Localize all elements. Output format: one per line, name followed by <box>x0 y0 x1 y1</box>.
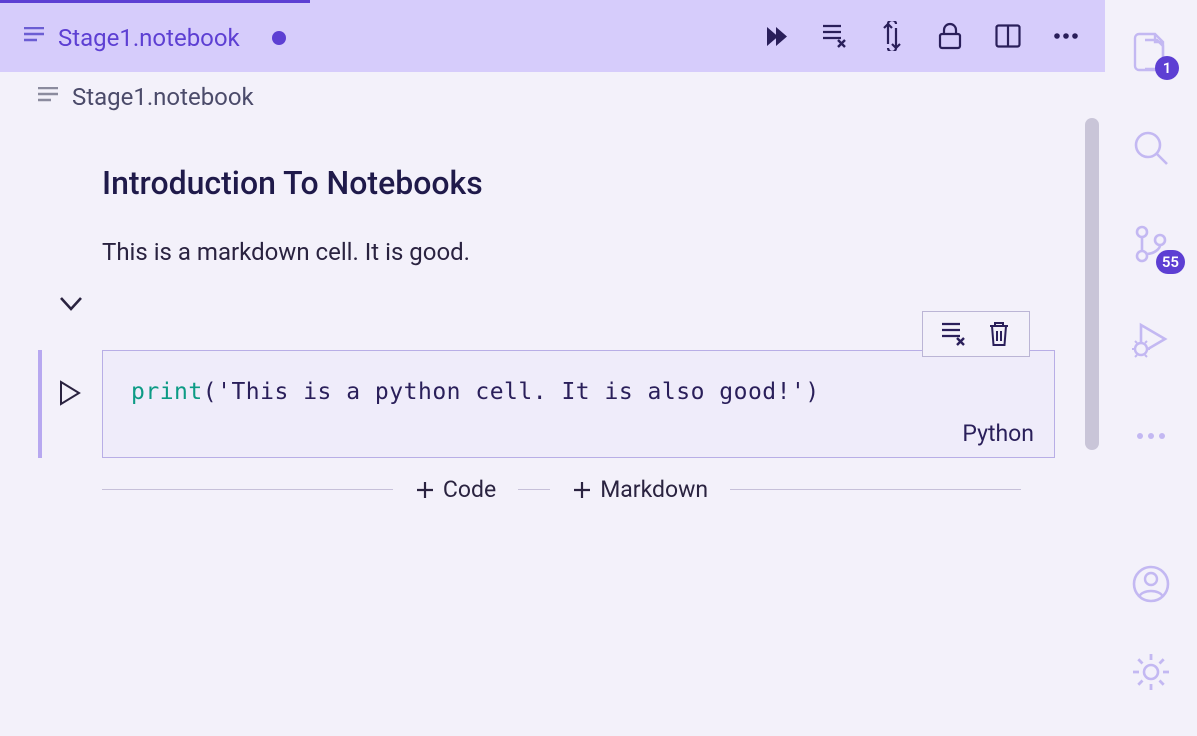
markdown-heading: Introduction To Notebooks <box>102 164 1085 202</box>
breadcrumb[interactable]: Stage1.notebook <box>0 72 1105 122</box>
code-editor[interactable]: print('This is a python cell. It is also… <box>103 351 1054 457</box>
add-markdown-cell-button[interactable]: Markdown <box>572 476 708 503</box>
plus-icon <box>415 480 435 500</box>
add-cell-row: Code Markdown <box>38 476 1085 503</box>
gear-icon <box>1131 652 1171 692</box>
activity-bar: 1 55 <box>1105 0 1197 736</box>
markdown-cell[interactable]: Introduction To Notebooks This is a mark… <box>38 122 1085 302</box>
ellipsis-icon <box>1136 432 1166 440</box>
cell-toolbar <box>922 311 1030 357</box>
add-code-cell-button[interactable]: Code <box>415 476 496 503</box>
divider <box>730 489 1021 491</box>
code-token-string: 'This is a python cell. It is also good!… <box>217 379 805 405</box>
cell-focus-bar <box>38 350 42 458</box>
code-token-paren: ( <box>203 379 217 405</box>
lines-icon <box>38 83 58 111</box>
code-cell-row: print('This is a python cell. It is also… <box>38 350 1085 458</box>
run-debug-button[interactable] <box>1127 316 1175 364</box>
search-icon <box>1132 129 1170 167</box>
breadcrumb-text: Stage1.notebook <box>72 83 254 111</box>
tab-strip: Stage1.notebook <box>0 0 1105 72</box>
explorer-badge: 1 <box>1155 56 1179 80</box>
account-icon <box>1132 565 1170 603</box>
collapse-section-button[interactable] <box>58 294 84 318</box>
cell-language-label[interactable]: Python <box>962 420 1034 447</box>
add-markdown-label: Markdown <box>600 476 708 503</box>
run-debug-icon <box>1131 321 1171 359</box>
more-actions-button[interactable] <box>1051 21 1081 51</box>
source-control-badge: 55 <box>1156 250 1185 274</box>
split-editor-button[interactable] <box>993 21 1023 51</box>
clear-cell-output-button[interactable] <box>939 320 967 348</box>
divider <box>518 489 550 491</box>
more-views-button[interactable] <box>1127 412 1175 460</box>
run-cell-button[interactable] <box>38 350 102 406</box>
delete-cell-button[interactable] <box>985 320 1013 348</box>
code-token-paren: ) <box>805 379 819 405</box>
lock-button[interactable] <box>935 21 965 51</box>
notebook-content: Introduction To Notebooks This is a mark… <box>0 122 1105 503</box>
add-code-label: Code <box>443 476 496 503</box>
markdown-text: This is a markdown cell. It is good. <box>102 238 1085 266</box>
divider <box>102 489 393 491</box>
plus-icon <box>572 480 592 500</box>
compare-button[interactable] <box>877 21 907 51</box>
editor-actions <box>310 0 1105 72</box>
explorer-button[interactable]: 1 <box>1127 28 1175 76</box>
clear-outputs-button[interactable] <box>819 21 849 51</box>
tab-name: Stage1.notebook <box>58 24 256 52</box>
run-all-button[interactable] <box>761 21 791 51</box>
search-button[interactable] <box>1127 124 1175 172</box>
active-tab[interactable]: Stage1.notebook <box>0 0 310 72</box>
settings-button[interactable] <box>1127 648 1175 696</box>
code-token-fn: print <box>131 379 203 405</box>
dirty-indicator-icon <box>272 31 286 45</box>
lines-icon <box>24 27 44 49</box>
source-control-button[interactable]: 55 <box>1127 220 1175 268</box>
code-cell[interactable]: print('This is a python cell. It is also… <box>102 350 1055 458</box>
account-button[interactable] <box>1127 560 1175 608</box>
